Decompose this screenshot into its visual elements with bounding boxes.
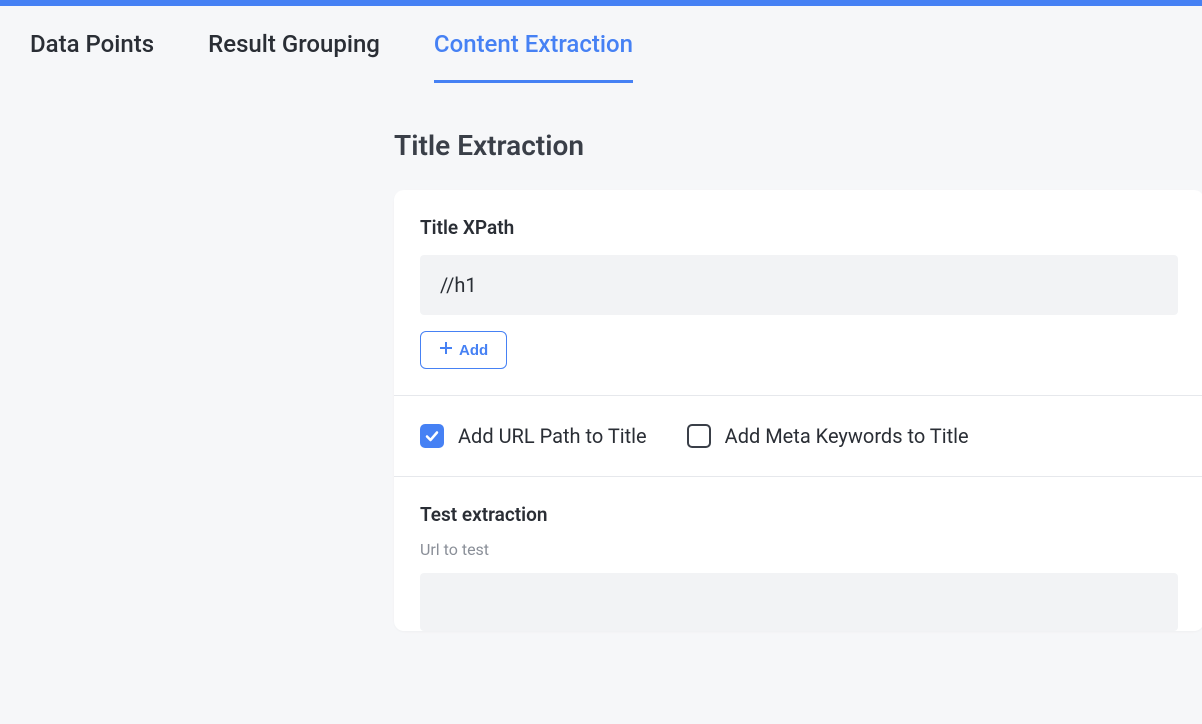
url-to-test-input[interactable] <box>420 573 1178 631</box>
add-url-path-checkbox[interactable]: Add URL Path to Title <box>420 424 647 448</box>
add-xpath-button[interactable]: Add <box>420 331 507 369</box>
test-extraction-title: Test extraction <box>420 503 1178 526</box>
tab-content-extraction[interactable]: Content Extraction <box>434 30 633 83</box>
tabs-container: Data Points Result Grouping Content Extr… <box>0 6 1202 83</box>
title-xpath-label: Title XPath <box>420 216 1178 239</box>
checkbox-checked-icon <box>420 424 444 448</box>
section-title: Title Extraction <box>394 129 1202 162</box>
tab-data-points[interactable]: Data Points <box>30 30 154 83</box>
plus-icon <box>439 341 453 359</box>
add-button-label: Add <box>459 342 488 359</box>
tab-result-grouping[interactable]: Result Grouping <box>208 30 380 83</box>
checkbox-unchecked-icon <box>687 424 711 448</box>
add-meta-keywords-checkbox[interactable]: Add Meta Keywords to Title <box>687 424 969 448</box>
add-url-path-label: Add URL Path to Title <box>458 424 647 448</box>
title-xpath-input[interactable] <box>420 255 1178 315</box>
title-xpath-section: Title XPath Add <box>394 190 1202 396</box>
test-extraction-section: Test extraction Url to test <box>394 477 1202 631</box>
add-meta-keywords-label: Add Meta Keywords to Title <box>725 424 969 448</box>
url-to-test-label: Url to test <box>420 540 1178 559</box>
checkbox-row: Add URL Path to Title Add Meta Keywords … <box>394 396 1202 477</box>
title-extraction-card: Title XPath Add Add URL Path to Title Ad… <box>394 190 1202 631</box>
